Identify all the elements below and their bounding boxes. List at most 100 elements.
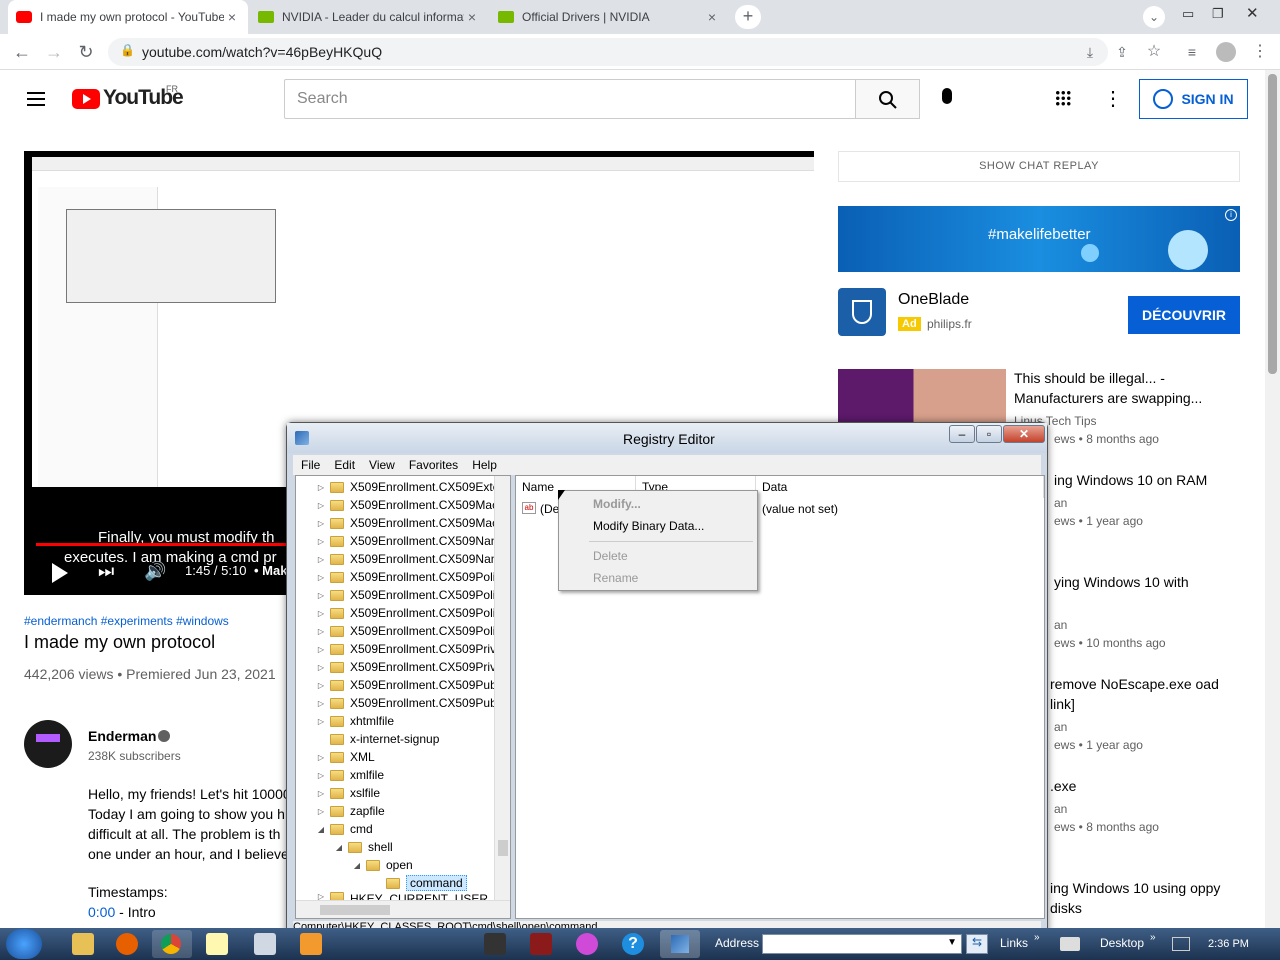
chevron-right-icon[interactable]: » — [1150, 932, 1156, 943]
tree-vertical-scrollbar[interactable] — [494, 476, 510, 900]
channel-name[interactable]: Enderman — [88, 728, 156, 744]
tree-item-selected[interactable]: command — [372, 874, 467, 892]
menu-item-rename[interactable]: Rename — [593, 568, 638, 588]
pdf-icon[interactable] — [530, 933, 552, 955]
help-icon[interactable]: ? — [622, 933, 644, 955]
tree-item[interactable]: ▷ xslfile — [316, 784, 380, 802]
tree-horizontal-scrollbar[interactable] — [296, 900, 510, 918]
tree-item[interactable]: ◢ cmd — [316, 820, 373, 838]
more-vert-icon[interactable]: ⋮ — [1248, 40, 1272, 64]
links-toolbar[interactable]: Links — [1000, 936, 1028, 950]
youtube-logo-icon[interactable] — [72, 89, 100, 109]
microphone-icon[interactable] — [942, 88, 952, 104]
rec-title[interactable]: ing Windows 10 using oppy disks — [1050, 878, 1240, 918]
column-header-data[interactable]: Data — [756, 476, 1044, 498]
tree-item[interactable]: ▷ xhtmlfile — [316, 712, 394, 730]
forward-arrow-icon[interactable]: → — [42, 40, 66, 64]
back-arrow-icon[interactable]: ← — [10, 40, 34, 64]
key-tree[interactable]: ▷ X509Enrollment.CX509Exte ▷ X509Enrollmen… — [295, 475, 511, 919]
notepad-icon[interactable] — [206, 933, 228, 955]
rec-title[interactable]: ying Windows 10 with — [1054, 572, 1189, 592]
regedit-taskbar-button[interactable] — [660, 930, 700, 958]
tree-item[interactable]: x-internet-signup — [316, 730, 439, 748]
tree-item[interactable]: ▷ X509Enrollment.CX509Nan — [316, 550, 498, 568]
install-icon[interactable]: ⤓ — [1078, 40, 1102, 64]
tab-nvidia[interactable]: NVIDIA - Leader du calcul informatique × — [250, 0, 488, 34]
search-button[interactable] — [856, 79, 920, 119]
menu-item-modify[interactable]: Modify... — [593, 494, 641, 514]
new-tab-button[interactable]: + — [735, 5, 761, 29]
reload-icon[interactable]: ↻ — [74, 40, 98, 64]
maximize-icon[interactable]: ▫ — [976, 425, 1002, 443]
close-tab-icon[interactable]: × — [704, 9, 720, 25]
bookmark-star-icon[interactable]: ☆ — [1142, 40, 1166, 64]
settings-more-icon[interactable]: ⋮ — [1103, 86, 1123, 111]
chrome-taskbar-button[interactable] — [152, 930, 192, 958]
ad-banner[interactable]: #makelifebetter i — [838, 206, 1240, 272]
rec-title[interactable]: ing Windows 10 on RAM — [1054, 470, 1207, 490]
rec-title[interactable]: This should be illegal... - Manufacturer… — [1014, 368, 1224, 408]
hashtags[interactable]: #endermanch #experiments #windows — [24, 614, 229, 628]
tree-item[interactable]: ▷ X509Enrollment.CX509Exte — [316, 478, 500, 496]
profile-avatar-icon[interactable] — [1216, 42, 1236, 62]
tree-item[interactable]: ▷ X509Enrollment.CX509Priv — [316, 640, 496, 658]
start-button[interactable] — [6, 929, 42, 959]
menu-edit[interactable]: Edit — [334, 458, 355, 472]
reading-list-icon[interactable]: ≡ — [1180, 40, 1204, 64]
close-window-icon[interactable]: ✕ — [1246, 4, 1259, 22]
tree-item[interactable]: ▷ X509Enrollment.CX509Pub — [316, 676, 497, 694]
scrollbar-thumb[interactable] — [1268, 74, 1277, 374]
tree-item[interactable]: ▷ X509Enrollment.CX509Mac — [316, 514, 498, 532]
progress-bar[interactable] — [36, 543, 302, 546]
sign-in-button[interactable]: SIGN IN — [1139, 79, 1248, 119]
go-arrow-icon[interactable]: ⇆ — [966, 934, 988, 954]
rec-title[interactable]: .exe — [1050, 776, 1076, 796]
menu-item-delete[interactable]: Delete — [593, 546, 628, 566]
share-icon[interactable]: ⇪ — [1110, 40, 1134, 64]
minimize-icon[interactable]: – — [949, 425, 975, 443]
timestamp-link[interactable]: 0:00 — [88, 904, 115, 920]
tree-item[interactable]: ◢ open — [352, 856, 413, 874]
address-bar[interactable]: 🔒 youtube.com/watch?v=46pBeyHKQuQ — [108, 38, 1108, 66]
tab-nvidia-drivers[interactable]: Official Drivers | NVIDIA × — [490, 0, 728, 34]
apps-grid-icon[interactable] — [1055, 90, 1071, 106]
search-input[interactable]: Search — [284, 79, 856, 119]
address-input[interactable]: ▼ — [762, 934, 962, 954]
close-icon[interactable]: ✕ — [1003, 425, 1045, 443]
tree-item[interactable]: ▷ xmlfile — [316, 766, 384, 784]
volume-icon[interactable]: 🔊 — [144, 561, 166, 582]
network-icon[interactable] — [1172, 937, 1190, 951]
tree-item[interactable]: ▷ X509Enrollment.CX509Poli — [316, 586, 496, 604]
menu-favorites[interactable]: Favorites — [409, 458, 458, 472]
restore-icon[interactable]: ❐ — [1212, 6, 1224, 22]
show-chat-replay-button[interactable]: SHOW CHAT REPLAY — [838, 151, 1240, 182]
close-tab-icon[interactable]: × — [464, 9, 480, 25]
rec-channel[interactable]: an — [1054, 718, 1067, 736]
keyboard-icon[interactable] — [1060, 937, 1080, 951]
tab-search-icon[interactable]: ⌄ — [1143, 6, 1165, 28]
tree-item[interactable]: ▷ X509Enrollment.CX509Nan — [316, 532, 498, 550]
tab-youtube[interactable]: I made my own protocol - YouTube × — [8, 0, 248, 34]
philips-logo-icon[interactable] — [838, 288, 886, 336]
window-titlebar[interactable]: Registry Editor – ▫ ✕ — [287, 423, 1047, 453]
tree-item[interactable]: ▷ X509Enrollment.CX509Mac — [316, 496, 498, 514]
play-icon[interactable] — [52, 563, 68, 583]
tree-item[interactable]: ▷ X509Enrollment.CX509Priv — [316, 658, 496, 676]
page-scrollbar[interactable] — [1265, 70, 1280, 930]
tree-item[interactable]: ▷ HKEY_CURRENT_USER — [316, 892, 488, 900]
ad-info-icon[interactable]: i — [1225, 209, 1237, 221]
menu-hamburger-icon[interactable] — [27, 88, 45, 110]
rec-channel[interactable]: an — [1054, 494, 1067, 512]
tree-item[interactable]: ▷ XML — [316, 748, 375, 766]
media-icon[interactable] — [300, 933, 322, 955]
next-icon[interactable]: ⏭ — [98, 561, 114, 582]
app-icon[interactable] — [576, 933, 598, 955]
unity-icon[interactable] — [484, 933, 506, 955]
tree-item[interactable]: ▷ X509Enrollment.CX509Poli — [316, 622, 496, 640]
dropdown-arrow-icon[interactable]: ▼ — [947, 937, 957, 948]
tree-item[interactable]: ▷ X509Enrollment.CX509Poli — [316, 568, 496, 586]
chevron-right-icon[interactable]: » — [1034, 932, 1040, 943]
desktop-toolbar[interactable]: Desktop — [1100, 936, 1144, 950]
rec-title[interactable]: remove NoEscape.exe oad link] — [1050, 674, 1240, 714]
tree-item[interactable]: ▷ X509Enrollment.CX509Pub — [316, 694, 497, 712]
